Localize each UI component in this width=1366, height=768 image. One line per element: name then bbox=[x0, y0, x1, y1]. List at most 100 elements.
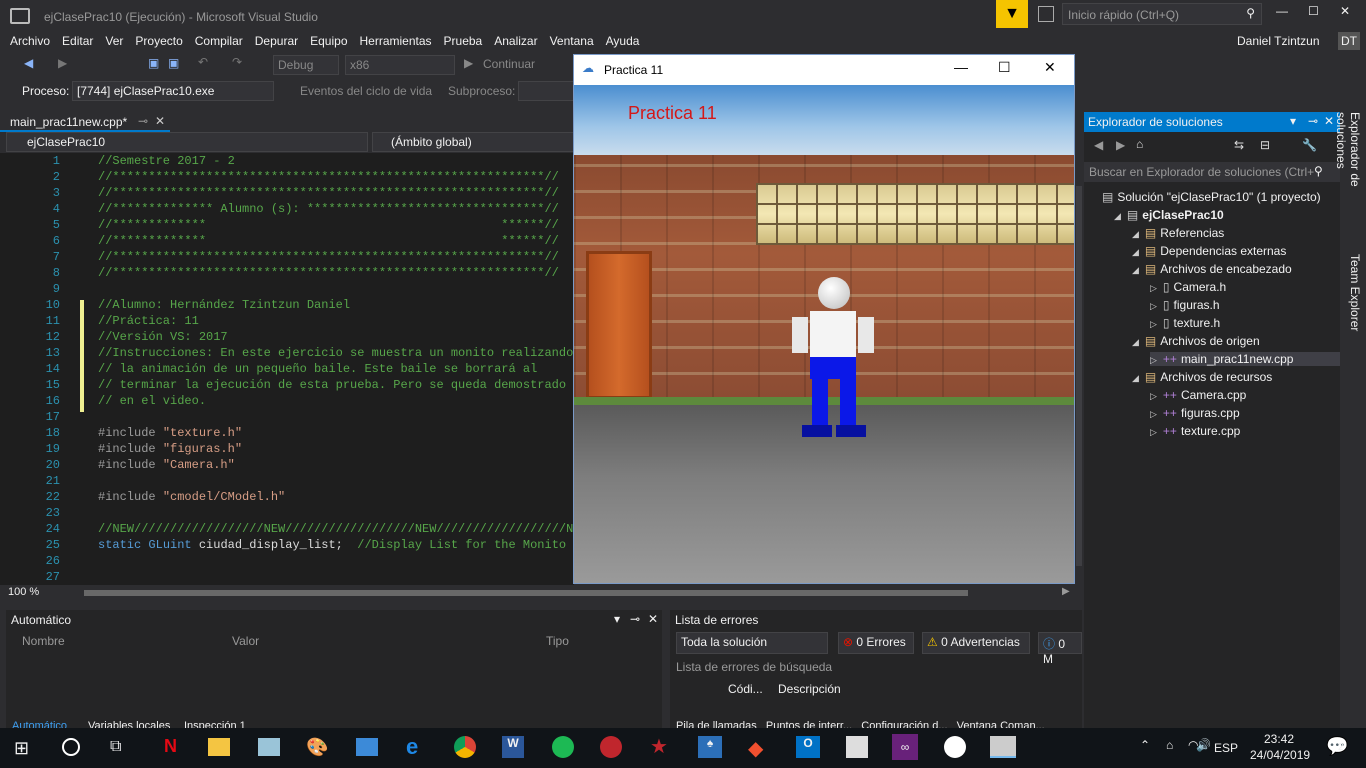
code-line[interactable]: //Alumno: Hernández Tzintzun Daniel bbox=[98, 297, 350, 313]
panel-menu-icon[interactable]: ▾ bbox=[1290, 114, 1296, 128]
save-icon[interactable]: ▣ bbox=[148, 56, 159, 70]
spotify-icon[interactable] bbox=[552, 736, 574, 758]
expand-arrow-icon[interactable]: ▷ bbox=[1150, 427, 1157, 437]
solution-tree-item[interactable]: ▷ ++ texture.cpp bbox=[1150, 424, 1240, 438]
menu-item-analizar[interactable]: Analizar bbox=[488, 33, 543, 49]
expand-arrow-icon[interactable]: ◢ bbox=[1114, 211, 1121, 221]
sync-icon[interactable]: ⇆ bbox=[1234, 138, 1244, 152]
expand-arrow-icon[interactable]: ◢ bbox=[1132, 337, 1139, 347]
expand-arrow-icon[interactable]: ▷ bbox=[1150, 319, 1157, 329]
warnings-filter-button[interactable]: ⚠ 0 Advertencias bbox=[922, 632, 1030, 654]
autos-pin-icon[interactable]: ⊸ bbox=[630, 612, 640, 626]
code-line[interactable]: // en el video. bbox=[98, 393, 206, 409]
code-line[interactable]: static GLuint ciudad_display_list; //Dis… bbox=[98, 537, 566, 553]
process-select[interactable]: [7744] ejClasePrac10.exe bbox=[72, 81, 274, 101]
code-line[interactable]: // terminar la ejecución de esta prueba.… bbox=[98, 377, 566, 393]
solution-tree-item[interactable]: ▷ ▯ Camera.h bbox=[1150, 280, 1226, 294]
word-icon[interactable]: W bbox=[502, 736, 524, 758]
practica-11-window[interactable]: ☁ Practica 11 — ☐ ✕ Practica 11 bbox=[573, 54, 1075, 584]
expand-arrow-icon[interactable]: ▷ bbox=[1150, 301, 1157, 311]
menu-item-ayuda[interactable]: Ayuda bbox=[600, 33, 646, 49]
zoom-level[interactable]: 100 % bbox=[8, 586, 66, 600]
error-scope-select[interactable]: Toda la solución bbox=[676, 632, 828, 654]
config-select[interactable]: Debug bbox=[273, 55, 339, 75]
solution-tree-item[interactable]: ▷ ▯ texture.h bbox=[1150, 316, 1220, 330]
expand-arrow-icon[interactable]: ◢ bbox=[1132, 247, 1139, 257]
panel-pin-icon[interactable]: ⊸ bbox=[1308, 114, 1318, 128]
visual-studio-taskbar-icon[interactable]: ∞ bbox=[892, 734, 918, 760]
code-line[interactable]: //NEW//////////////////NEW//////////////… bbox=[98, 521, 588, 537]
solution-tree-item[interactable]: ▷ ++ Camera.cpp bbox=[1150, 388, 1246, 402]
project-scope-select[interactable]: ejClasePrac10 bbox=[6, 132, 368, 152]
xbox-icon[interactable] bbox=[944, 736, 966, 758]
solution-tree-item[interactable]: ◢ ▤ Archivos de origen bbox=[1132, 334, 1260, 348]
code-line[interactable]: #include "figuras.h" bbox=[98, 441, 242, 457]
code-line[interactable]: //Semestre 2017 - 2 bbox=[98, 153, 235, 169]
errors-filter-button[interactable]: ⊗ 0 Errores bbox=[838, 632, 914, 654]
menu-item-herramientas[interactable]: Herramientas bbox=[354, 33, 438, 49]
thread-select[interactable] bbox=[518, 81, 574, 101]
git-app-icon[interactable]: ◆ bbox=[748, 736, 763, 761]
filter-icon[interactable]: ▼ bbox=[996, 0, 1028, 28]
continue-button[interactable]: Continuar bbox=[483, 57, 535, 71]
solution-tree-item[interactable]: ▤ Solución "ejClasePrac10" (1 proyecto) bbox=[1096, 190, 1321, 204]
pin-icon[interactable]: ⊸ bbox=[138, 114, 148, 128]
language-indicator[interactable]: ESP bbox=[1214, 741, 1238, 755]
code-line[interactable]: //**************************************… bbox=[98, 249, 559, 265]
solution-tree-item[interactable]: ◢ ▤ Archivos de recursos bbox=[1132, 370, 1272, 384]
menu-item-depurar[interactable]: Depurar bbox=[249, 33, 304, 49]
app-maximize-button[interactable]: ☐ bbox=[998, 59, 1011, 76]
minimize-button[interactable]: — bbox=[1276, 4, 1292, 18]
editor-tab[interactable]: main_prac11new.cpp* ⊸ ✕ bbox=[0, 112, 170, 132]
paint-icon[interactable]: 🎨 bbox=[306, 737, 328, 758]
sol-back-icon[interactable]: ◀ bbox=[1094, 138, 1103, 152]
solution-tree-item[interactable]: ◢ ▤ Dependencias externas bbox=[1132, 244, 1286, 258]
calculator-icon[interactable] bbox=[356, 738, 378, 756]
messages-filter-button[interactable]: ⓘ 0 M bbox=[1038, 632, 1082, 666]
editor-horizontal-scrollbar[interactable] bbox=[84, 590, 968, 596]
menu-item-compilar[interactable]: Compilar bbox=[189, 33, 249, 49]
network-icon[interactable]: ⌂ bbox=[1166, 738, 1173, 752]
user-avatar[interactable]: DT bbox=[1338, 32, 1360, 50]
code-line[interactable]: //Versión VS: 2017 bbox=[98, 329, 228, 345]
solution-tree-item[interactable]: ◢ ▤ Archivos de encabezado bbox=[1132, 262, 1292, 276]
menu-item-equipo[interactable]: Equipo bbox=[304, 33, 353, 49]
calendar-app-icon[interactable] bbox=[846, 736, 868, 758]
app-a-icon[interactable] bbox=[600, 736, 622, 758]
notes-icon[interactable] bbox=[258, 738, 280, 756]
solution-tree-item[interactable]: ▷ ++ figuras.cpp bbox=[1150, 406, 1240, 420]
code-line[interactable]: //Instrucciones: En este ejercicio se mu… bbox=[98, 345, 573, 361]
code-line[interactable]: #include "Camera.h" bbox=[98, 457, 235, 473]
task-view-icon[interactable]: ⧉ bbox=[110, 738, 121, 756]
scroll-right-icon[interactable]: ▶ bbox=[1062, 586, 1070, 597]
chrome-icon[interactable] bbox=[454, 736, 476, 758]
home-icon[interactable]: ⌂ bbox=[1136, 137, 1143, 151]
collapse-all-icon[interactable]: ⊟ bbox=[1260, 138, 1270, 152]
code-line[interactable]: //Práctica: 11 bbox=[98, 313, 199, 329]
close-button[interactable]: ✕ bbox=[1340, 4, 1356, 18]
edge-icon[interactable]: e bbox=[406, 734, 418, 760]
tab-close-icon[interactable]: ✕ bbox=[155, 114, 165, 128]
volume-icon[interactable]: 🔊 bbox=[1196, 738, 1211, 752]
expand-arrow-icon[interactable]: ▷ bbox=[1150, 409, 1157, 419]
expand-arrow-icon[interactable]: ▷ bbox=[1150, 355, 1157, 365]
properties-icon[interactable]: 🔧 bbox=[1302, 138, 1317, 152]
netflix-icon[interactable]: N bbox=[164, 736, 177, 757]
maximize-button[interactable]: ☐ bbox=[1308, 4, 1324, 18]
clock-time[interactable]: 23:42 bbox=[1264, 732, 1294, 746]
solution-tree-item[interactable]: ◢ ▤ Referencias bbox=[1132, 226, 1224, 240]
opengl-app-taskbar-icon[interactable] bbox=[990, 736, 1016, 758]
code-line[interactable]: //************* ******// bbox=[98, 233, 559, 249]
forward-icon[interactable]: ▶ bbox=[58, 56, 67, 70]
menu-item-prueba[interactable]: Prueba bbox=[438, 33, 489, 49]
outlook-icon[interactable]: O bbox=[796, 736, 820, 758]
start-button[interactable]: ⊞ bbox=[14, 738, 29, 759]
save-all-icon[interactable]: ▣ bbox=[168, 56, 179, 70]
app-close-button[interactable]: ✕ bbox=[1044, 59, 1056, 76]
file-explorer-icon[interactable] bbox=[208, 738, 230, 756]
solution-tree-item[interactable]: ▷ ▯ figuras.h bbox=[1150, 298, 1220, 312]
expand-arrow-icon[interactable]: ▷ bbox=[1150, 391, 1157, 401]
tray-expand-icon[interactable]: ⌃ bbox=[1140, 738, 1150, 752]
code-line[interactable]: // la animación de un pequeño baile. Est… bbox=[98, 361, 537, 377]
code-editor[interactable]: 1 //Semestre 2017 - 2 2 //*****************… bbox=[0, 153, 588, 585]
